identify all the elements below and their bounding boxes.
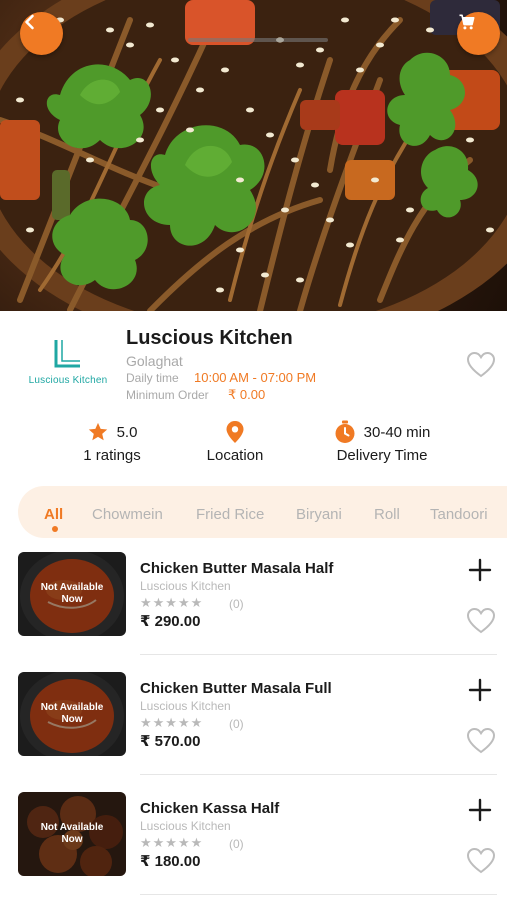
item-divider	[140, 774, 497, 775]
shopping-cart-icon	[459, 14, 475, 30]
item-restaurant: Luscious Kitchen	[140, 819, 231, 833]
item-divider	[140, 654, 497, 655]
minimum-order-value: ₹ 0.00	[228, 387, 266, 402]
item-name: Chicken Butter Masala Full	[140, 680, 332, 697]
item-thumbnail: Not Available Now	[18, 672, 126, 756]
item-restaurant: Luscious Kitchen	[140, 579, 231, 593]
list-item[interactable]: Not Available Now Chicken Kassa Half Lusc…	[0, 792, 507, 900]
chevron-left-icon	[25, 14, 34, 30]
restaurant-location: Golaghat	[126, 353, 183, 369]
star-icon	[88, 422, 107, 441]
favorite-item-button[interactable]	[466, 607, 496, 635]
logo-mark	[54, 340, 80, 368]
plus-icon	[468, 798, 492, 822]
location-pin-icon	[226, 421, 244, 443]
plus-icon	[468, 558, 492, 582]
tab-fried-rice[interactable]: Fried Rice	[196, 506, 264, 523]
rating-value: 5.0	[116, 423, 138, 441]
item-divider	[140, 894, 497, 895]
add-to-cart-button[interactable]	[467, 797, 493, 823]
item-rating-count: (0)	[229, 837, 244, 851]
heart-outline-icon	[466, 351, 496, 378]
back-button[interactable]	[20, 12, 63, 55]
location-label: Location	[206, 447, 264, 464]
minimum-order-label: Minimum Order	[126, 388, 209, 402]
rating-stat: 5.0 1 ratings	[70, 420, 154, 464]
not-available-badge: Not Available Now	[18, 792, 126, 876]
tab-chowmein[interactable]: Chowmein	[92, 506, 163, 523]
item-name: Chicken Kassa Half	[140, 800, 280, 817]
tab-biryani[interactable]: Biryani	[296, 506, 342, 523]
rating-count: 1 ratings	[83, 447, 141, 464]
tab-all[interactable]: All	[44, 506, 63, 523]
stopwatch-icon	[335, 420, 355, 443]
heart-outline-icon	[466, 847, 496, 874]
item-rating-count: (0)	[229, 597, 244, 611]
hero-image	[0, 0, 507, 311]
plus-icon	[468, 678, 492, 702]
delivery-time-value: 30-40 min	[363, 423, 431, 441]
delivery-time-label: Delivery Time	[336, 447, 428, 464]
item-price: ₹ 570.00	[140, 733, 201, 750]
add-to-cart-button[interactable]	[467, 557, 493, 583]
restaurant-logo: Luscious Kitchen	[22, 336, 114, 392]
item-rating-count: (0)	[229, 717, 244, 731]
logo-text: Luscious Kitchen	[28, 375, 108, 386]
item-thumbnail: Not Available Now	[18, 552, 126, 636]
not-available-badge: Not Available Now	[18, 672, 126, 756]
list-item[interactable]: Not Available Now Chicken Butter Masala H…	[0, 552, 507, 670]
item-stars: ★★★★★	[140, 715, 204, 730]
active-tab-indicator	[52, 526, 58, 532]
daily-time-value: 10:00 AM - 07:00 PM	[194, 370, 317, 385]
daily-time-label: Daily time	[126, 371, 179, 385]
add-to-cart-button[interactable]	[467, 677, 493, 703]
heart-outline-icon	[466, 727, 496, 754]
restaurant-name: Luscious Kitchen	[126, 327, 293, 349]
item-stars: ★★★★★	[140, 595, 204, 610]
cart-button[interactable]	[457, 12, 500, 55]
item-stars: ★★★★★	[140, 835, 204, 850]
heart-outline-icon	[466, 607, 496, 634]
item-name: Chicken Butter Masala Half	[140, 560, 334, 577]
favorite-item-button[interactable]	[466, 847, 496, 875]
hero-drag-indicator	[188, 38, 328, 42]
list-item[interactable]: Not Available Now Chicken Butter Masala F…	[0, 672, 507, 790]
not-available-badge: Not Available Now	[18, 552, 126, 636]
favorite-restaurant-button[interactable]	[466, 351, 496, 379]
favorite-item-button[interactable]	[466, 727, 496, 755]
item-price: ₹ 290.00	[140, 613, 201, 630]
location-stat[interactable]: Location	[190, 420, 280, 464]
delivery-time-stat: 30-40 min Delivery Time	[322, 420, 442, 464]
item-price: ₹ 180.00	[140, 853, 201, 870]
item-restaurant: Luscious Kitchen	[140, 699, 231, 713]
item-thumbnail: Not Available Now	[18, 792, 126, 876]
category-tabs: All Chowmein Fried Rice Biryani Roll Tan…	[18, 486, 507, 538]
food-photo	[0, 0, 507, 311]
tab-tandoori[interactable]: Tandoori	[430, 506, 488, 523]
tab-roll[interactable]: Roll	[374, 506, 400, 523]
